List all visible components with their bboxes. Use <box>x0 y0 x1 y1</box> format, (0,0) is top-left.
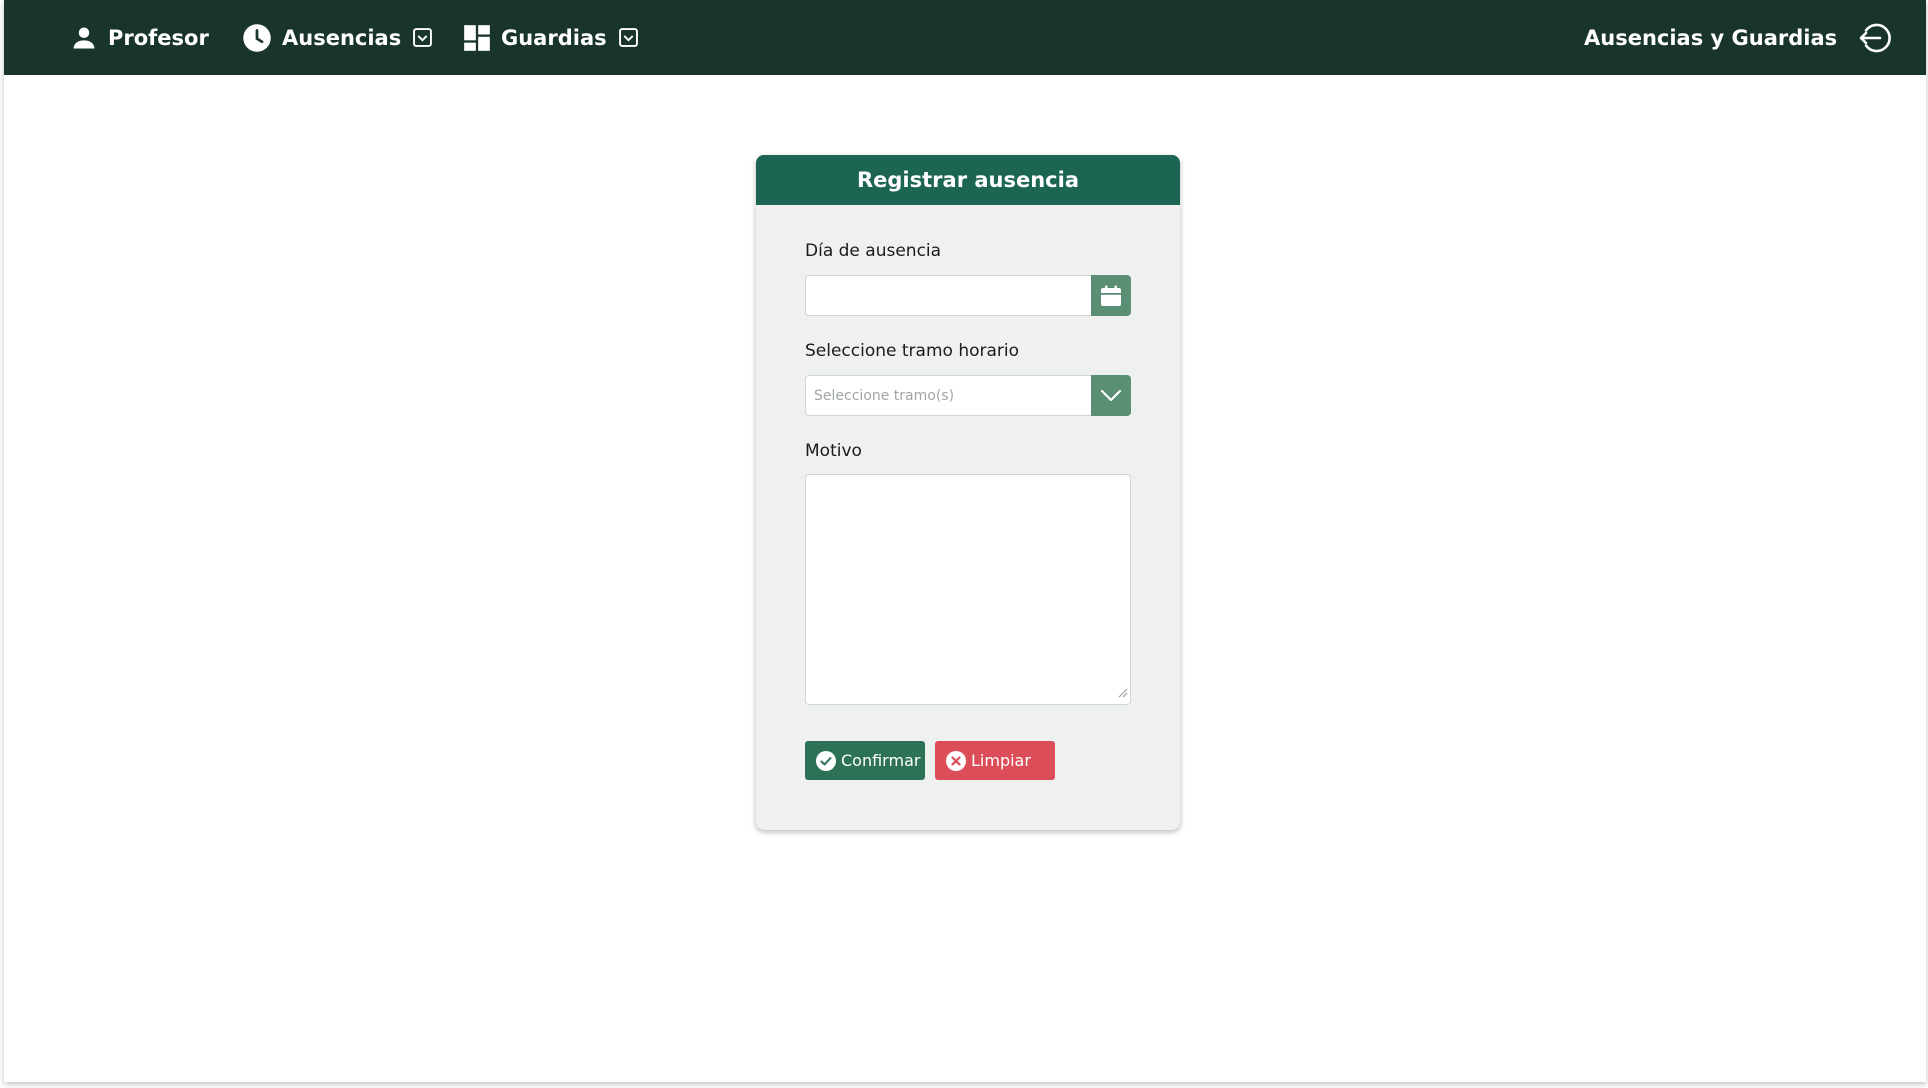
motivo-textarea[interactable] <box>805 474 1131 705</box>
brand-label: Ausencias y Guardias <box>1584 25 1838 50</box>
chevron-down-box-icon <box>413 28 433 47</box>
nav-profesor-label: Profesor <box>108 25 209 50</box>
nav-ausencias[interactable]: Ausencias <box>242 0 433 75</box>
nav-ausencias-label: Ausencias <box>282 25 402 50</box>
register-absence-card: Registrar ausencia Día de ausencia Selec… <box>756 155 1180 830</box>
nav-profesor[interactable]: Profesor <box>70 0 209 75</box>
date-input[interactable] <box>805 275 1091 316</box>
tramo-select[interactable]: Seleccione tramo(s) <box>805 375 1091 416</box>
motivo-label: Motivo <box>805 441 862 461</box>
nav-guardias-label: Guardias <box>501 25 607 50</box>
dashboard-icon <box>463 24 491 52</box>
chevron-down-box-icon <box>618 28 638 47</box>
top-navbar: Profesor Ausencias Guardias Ausencias y … <box>4 0 1926 75</box>
date-field-group <box>805 275 1131 316</box>
app-window: Profesor Ausencias Guardias Ausencias y … <box>4 0 1926 1082</box>
confirm-label: Confirmar <box>841 751 921 770</box>
x-circle-icon <box>945 750 967 772</box>
calendar-button[interactable] <box>1091 275 1131 316</box>
tramo-placeholder: Seleccione tramo(s) <box>814 387 955 404</box>
user-icon <box>70 24 98 52</box>
tramo-label: Seleccione tramo horario <box>805 341 1020 361</box>
card-title: Registrar ausencia <box>756 155 1180 205</box>
resize-grip-icon[interactable] <box>1114 683 1128 702</box>
clear-label: Limpiar <box>971 751 1031 770</box>
clear-button[interactable]: Limpiar <box>935 741 1055 780</box>
calendar-icon <box>1099 284 1123 308</box>
clock-icon <box>242 23 272 53</box>
confirm-button[interactable]: Confirmar <box>805 741 925 780</box>
nav-brand[interactable]: Ausencias y Guardias <box>1584 0 1892 75</box>
date-label: Día de ausencia <box>805 241 942 261</box>
nav-guardias[interactable]: Guardias <box>463 0 638 75</box>
tramo-dropdown-button[interactable] <box>1091 375 1131 416</box>
tramo-select-group: Seleccione tramo(s) <box>805 375 1131 416</box>
logout-icon[interactable] <box>1855 21 1892 55</box>
chevron-down-icon <box>1100 389 1122 403</box>
check-circle-icon <box>815 750 837 772</box>
